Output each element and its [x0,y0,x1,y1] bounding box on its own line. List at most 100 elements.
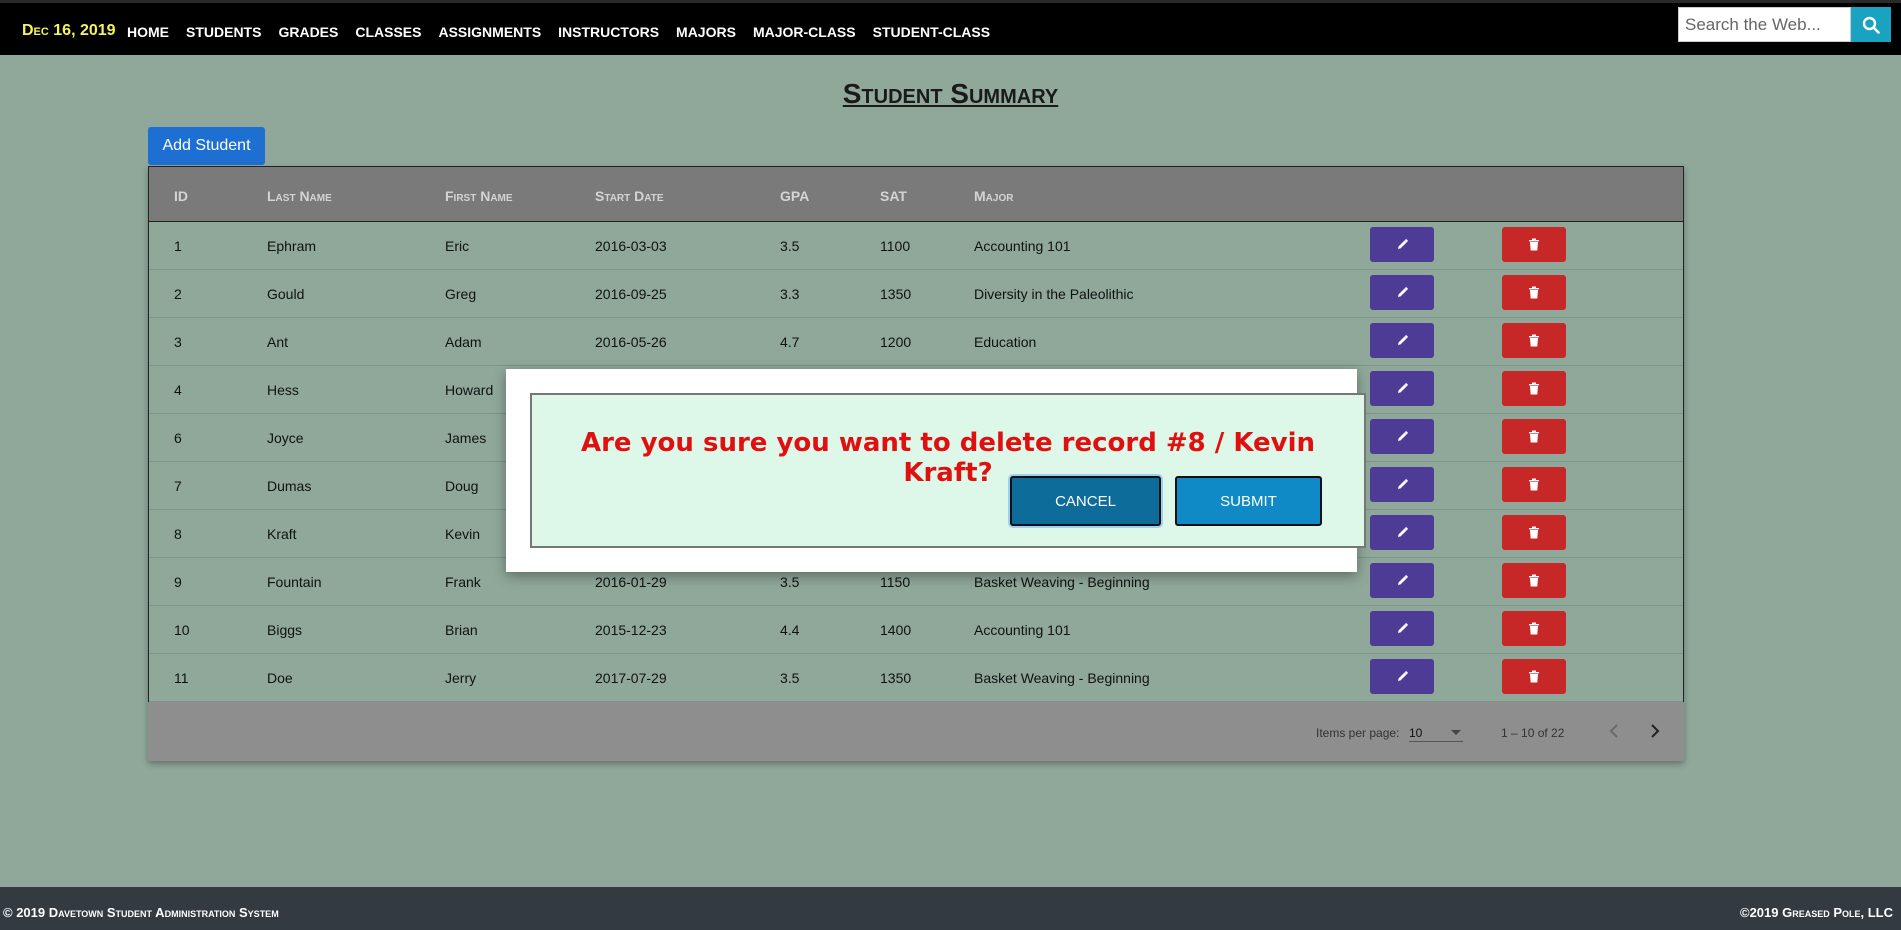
edit-button[interactable] [1370,515,1434,550]
column-header-gpa[interactable]: GPA [780,188,809,204]
delete-button[interactable] [1502,371,1566,406]
pencil-icon [1397,334,1408,345]
table-row: 10 Biggs Brian 2015-12-23 4.4 1400 Accounting … [149,606,1683,654]
cell-start-date: 2016-05-26 [595,334,667,350]
edit-button[interactable] [1370,467,1434,502]
page-range: 1 – 10 of 22 [1501,726,1565,740]
delete-button[interactable] [1502,515,1566,550]
footer-copyright: © 2019 Davetown Student Administration S… [3,905,279,920]
pencil-icon [1397,622,1408,633]
cell-last-name: Kraft [267,526,297,542]
table-row: 3 Ant Adam 2016-05-26 4.7 1200 Education [149,318,1683,366]
table-header: ID Last Name First Name Start Date GPA S… [148,166,1684,222]
cell-major: Basket Weaving - Beginning [974,574,1150,590]
cell-id: 10 [174,622,190,638]
nav-link-assignments[interactable]: ASSIGNMENTS [438,24,541,40]
trash-icon [1529,238,1539,251]
previous-page-button[interactable] [1604,720,1624,742]
cell-gpa: 4.7 [780,334,800,350]
pencil-icon [1397,478,1408,489]
trash-icon [1529,286,1539,299]
nav-link-major-class[interactable]: MAJOR-CLASS [753,24,856,40]
pencil-icon [1397,430,1408,441]
nav-link-students[interactable]: STUDENTS [186,24,261,40]
cell-first-name: Eric [445,238,470,254]
column-header-start-date[interactable]: Start Date [595,188,664,204]
cell-sat: 1100 [880,238,911,254]
top-nav: Dec 16, 2019 HOME STUDENTS GRADES CLASSE… [0,0,1901,55]
column-header-sat[interactable]: SAT [880,188,907,204]
cell-start-date: 2016-03-03 [595,238,667,254]
items-per-page-value: 10 [1409,726,1423,740]
cell-last-name: Gould [267,286,305,302]
delete-button[interactable] [1502,659,1566,694]
chevron-down-icon [1451,730,1461,735]
trash-icon [1529,574,1539,587]
items-per-page-label: Items per page: [1316,726,1400,740]
edit-button[interactable] [1370,659,1434,694]
nav-link-home[interactable]: HOME [127,24,169,40]
column-header-major[interactable]: Major [974,188,1013,204]
delete-button[interactable] [1502,227,1566,262]
search-button[interactable] [1851,7,1891,42]
add-student-button[interactable]: Add Student [148,127,265,165]
search-input[interactable] [1678,7,1851,42]
cell-start-date: 2017-07-29 [595,670,667,686]
cell-major: Education [974,334,1037,350]
delete-button[interactable] [1502,611,1566,646]
trash-icon [1529,478,1539,491]
column-header-last-name[interactable]: Last Name [267,188,332,204]
column-header-first-name[interactable]: First Name [445,188,513,204]
nav-links: HOME STUDENTS GRADES CLASSES ASSIGNMENTS… [127,24,990,40]
cell-sat: 1200 [880,334,912,350]
page-title: Student Summary [842,78,1059,109]
edit-button[interactable] [1370,323,1434,358]
edit-button[interactable] [1370,611,1434,646]
cell-gpa: 3.5 [780,670,800,686]
cell-last-name: Hess [267,382,299,398]
cell-first-name: Adam [445,334,482,350]
cell-gpa: 3.3 [780,286,800,302]
table-row: 11 Doe Jerry 2017-07-29 3.5 1350 Basket Weavin… [149,654,1683,702]
column-header-id[interactable]: ID [174,188,188,204]
edit-button[interactable] [1370,563,1434,598]
cancel-button[interactable]: CANCEL [1010,476,1161,526]
dialog-content: Are you sure you want to delete record #… [530,393,1366,548]
next-page-button[interactable] [1645,720,1665,742]
delete-button[interactable] [1502,275,1566,310]
cell-id: 9 [174,574,182,590]
submit-button[interactable]: SUBMIT [1175,476,1322,526]
nav-link-grades[interactable]: GRADES [278,24,338,40]
paginator: Items per page: 10 1 – 10 of 22 [148,702,1684,761]
delete-confirm-dialog: Are you sure you want to delete record #… [506,369,1366,572]
cell-id: 1 [174,238,182,254]
items-per-page-select[interactable]: 10 [1409,722,1463,742]
cell-first-name: James [445,430,487,446]
edit-button[interactable] [1370,275,1434,310]
nav-link-student-class[interactable]: STUDENT-CLASS [873,24,990,40]
delete-button[interactable] [1502,563,1566,598]
edit-button[interactable] [1370,419,1434,454]
cell-first-name: Howard [445,382,494,398]
trash-icon [1529,382,1539,395]
edit-button[interactable] [1370,227,1434,262]
chevron-left-icon [1609,724,1618,738]
cell-last-name: Joyce [267,430,304,446]
nav-link-instructors[interactable]: INSTRUCTORS [558,24,659,40]
pencil-icon [1397,670,1408,681]
delete-button[interactable] [1502,467,1566,502]
cell-major: Diversity in the Paleolithic [974,286,1134,302]
delete-button[interactable] [1502,323,1566,358]
cell-first-name: Greg [445,286,477,302]
cell-major: Accounting 101 [974,238,1071,254]
nav-link-majors[interactable]: MAJORS [676,24,736,40]
edit-button[interactable] [1370,371,1434,406]
search-icon [1862,16,1880,34]
delete-button[interactable] [1502,419,1566,454]
cell-id: 8 [174,526,182,542]
nav-link-classes[interactable]: CLASSES [355,24,421,40]
pencil-icon [1397,574,1408,585]
chevron-right-icon [1651,724,1660,738]
cell-major: Accounting 101 [974,622,1071,638]
cell-id: 2 [174,286,182,302]
